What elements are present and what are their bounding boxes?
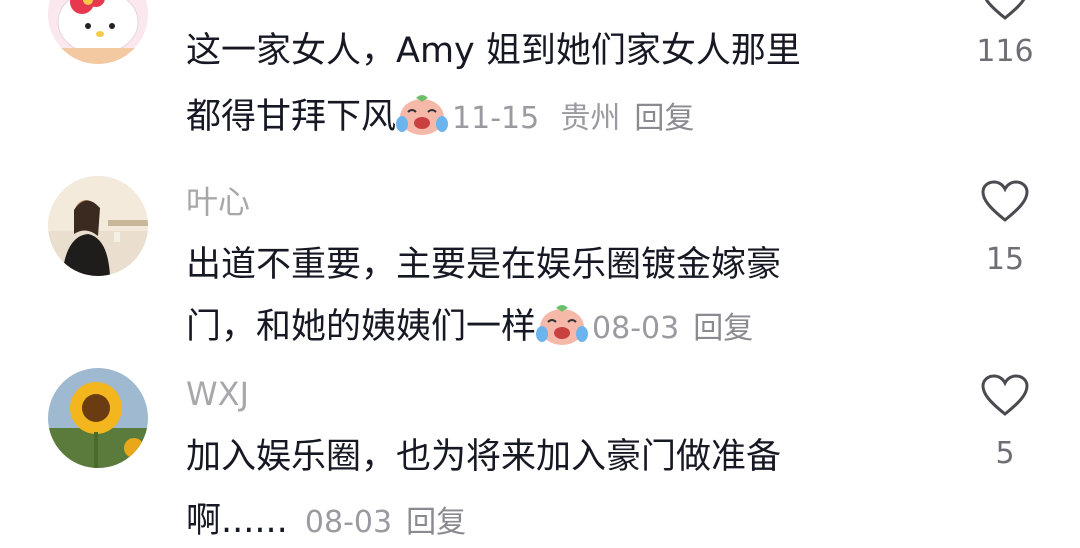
comment-item: 这一家女人，Amy 姐到她们家女人那里 都得甘拜下风 11-15 贵州 回复 11… <box>0 0 1080 150</box>
comment-date: 08-03 <box>592 311 680 346</box>
like-count: 5 <box>995 436 1015 471</box>
comment-text-line: 这一家女人，Amy 姐到她们家女人那里 <box>186 26 801 76</box>
like-group[interactable]: 15 <box>960 180 1050 278</box>
comment-location: 贵州 <box>560 101 621 136</box>
username[interactable]: WXJ <box>186 374 249 414</box>
comment-item: 叶心 出道不重要，主要是在娱乐圈镀金嫁豪 门，和她的姨姨们一样 08-03 回复 … <box>0 170 1080 360</box>
reply-button[interactable]: 回复 <box>693 311 753 346</box>
comment-text-line: 都得甘拜下风 11-15 贵州 回复 <box>186 92 694 144</box>
like-count: 15 <box>985 242 1025 277</box>
comment-text-line: 门，和她的姨姨们一样 08-03 回复 <box>186 302 753 354</box>
heart-icon[interactable] <box>980 180 1030 224</box>
comment-text: 啊...... <box>186 501 288 541</box>
comment-text: 出道不重要，主要是在娱乐圈镀金嫁豪 <box>186 245 782 285</box>
crying-laughing-emoji <box>396 92 449 136</box>
like-group[interactable]: 116 <box>960 0 1050 70</box>
like-count: 116 <box>976 34 1034 69</box>
reply-button[interactable]: 回复 <box>634 101 694 136</box>
reply-button[interactable]: 回复 <box>406 505 466 540</box>
avatar[interactable] <box>48 176 148 276</box>
heart-icon[interactable] <box>980 0 1030 22</box>
comment-date: 08-03 <box>304 505 393 540</box>
comment-text-line: 加入娱乐圈，也为将来加入豪门做准备 <box>186 432 781 482</box>
avatar[interactable] <box>48 368 148 468</box>
comment-text: 都得甘拜下风 <box>186 97 397 137</box>
avatar[interactable] <box>48 0 148 64</box>
crying-laughing-emoji <box>536 302 589 346</box>
like-group[interactable]: 5 <box>960 374 1050 472</box>
comment-item: WXJ 加入娱乐圈，也为将来加入豪门做准备 啊...... 08-03 回复 5 <box>0 362 1080 546</box>
comment-text: 这一家女人，Amy 姐到她们家女人那里 <box>186 31 801 71</box>
comment-text-line: 出道不重要，主要是在娱乐圈镀金嫁豪 <box>186 240 781 290</box>
comment-date: 11-15 <box>452 101 540 136</box>
comment-text: 加入娱乐圈，也为将来加入豪门做准备 <box>186 437 782 477</box>
comment-text-line: 啊...... 08-03 回复 <box>186 496 466 548</box>
username[interactable]: 叶心 <box>186 182 250 222</box>
comment-text: 门，和她的姨姨们一样 <box>186 307 537 347</box>
heart-icon[interactable] <box>980 374 1030 418</box>
